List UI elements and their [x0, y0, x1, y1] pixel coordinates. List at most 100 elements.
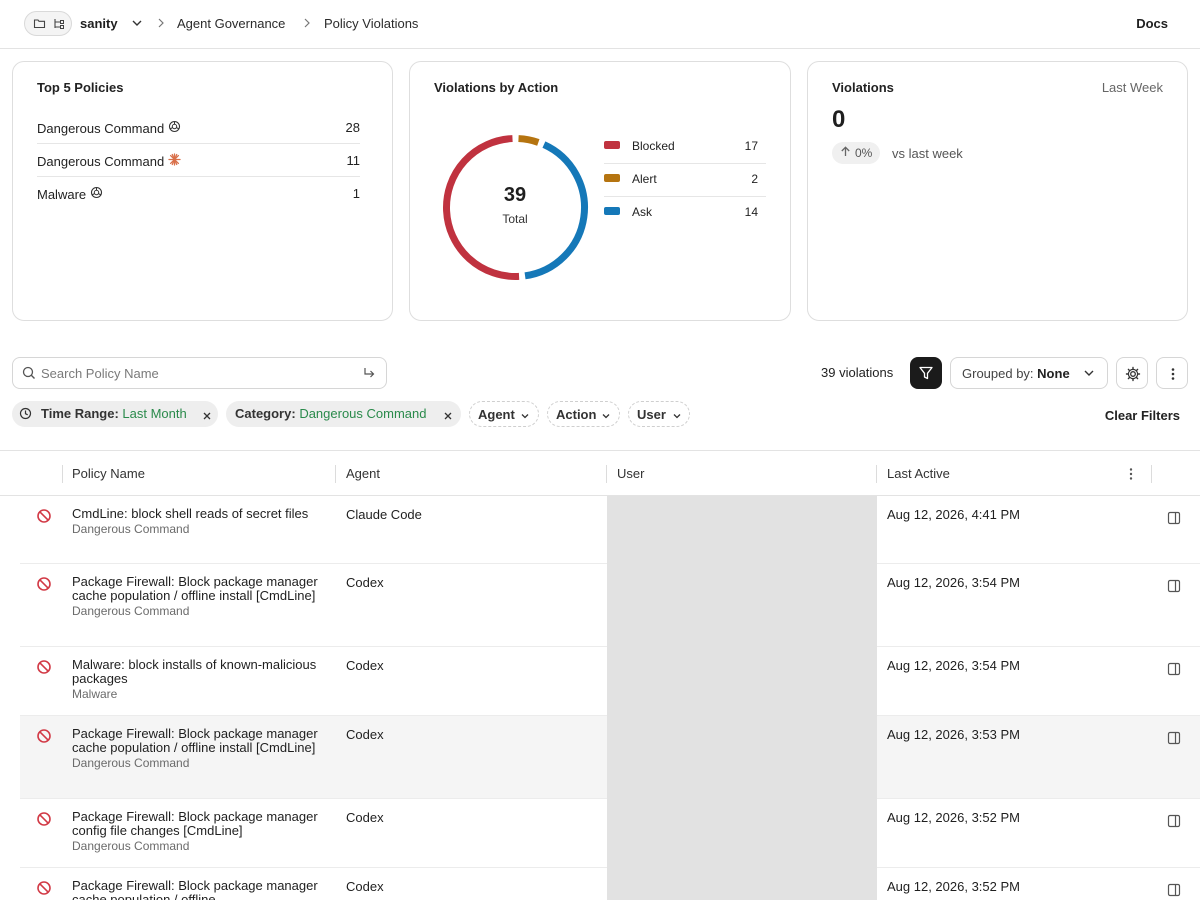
chip-label: Action	[556, 407, 597, 422]
donut-chart	[443, 135, 588, 280]
close-icon[interactable]	[443, 409, 453, 424]
open-panel-icon[interactable]	[1167, 511, 1181, 528]
filter-chip-user[interactable]: User	[628, 401, 690, 427]
donut-total: 39	[503, 184, 527, 206]
chip-value: Last Month	[122, 406, 187, 421]
chevron-down-icon[interactable]	[131, 17, 143, 32]
donut-segment-ask[interactable]	[524, 141, 588, 280]
filter-chip-time-range[interactable]: Time Range: Last Month	[12, 401, 218, 427]
open-panel-icon[interactable]	[1167, 662, 1181, 679]
column-options-icon[interactable]	[1123, 466, 1139, 485]
donut-total-label: Total	[502, 212, 528, 226]
legend-swatch	[604, 174, 620, 182]
legend-value: 17	[744, 139, 758, 153]
kpi-delta-value: 0%	[855, 146, 873, 160]
legend-value: 2	[751, 172, 758, 186]
policy-name: Package Firewall: Block package manager …	[72, 574, 318, 603]
filter-chip-category[interactable]: Category: Dangerous Command	[226, 401, 461, 427]
agent-cell: Codex	[346, 575, 384, 590]
open-panel-icon[interactable]	[1167, 814, 1181, 831]
donut-segment-blocked[interactable]	[443, 135, 520, 280]
openai-logo-icon	[168, 120, 181, 136]
breadcrumb-agent-governance[interactable]: Agent Governance	[177, 16, 285, 31]
policy-row[interactable]: Malware 1	[37, 178, 360, 210]
last-active-cell: Aug 12, 2026, 3:54 PM	[887, 575, 1020, 590]
donut-segment-alert[interactable]	[518, 135, 540, 146]
policy-name: Malware: block installs of known-malicio…	[72, 657, 317, 686]
policy-category: Dangerous Command	[72, 604, 190, 618]
last-active-cell: Aug 12, 2026, 3:54 PM	[887, 658, 1020, 673]
open-panel-icon[interactable]	[1167, 731, 1181, 748]
close-icon[interactable]	[202, 409, 212, 424]
column-divider[interactable]	[606, 465, 607, 483]
hierarchy-icon	[52, 17, 65, 33]
last-active-cell: Aug 12, 2026, 3:53 PM	[887, 727, 1020, 742]
legend-label: Ask	[632, 205, 653, 219]
policy-count: 1	[352, 186, 360, 201]
kpi-value: 0	[832, 106, 846, 133]
filter-chip-action[interactable]: Action	[547, 401, 620, 427]
last-active-cell: Aug 12, 2026, 4:41 PM	[887, 507, 1020, 522]
grouped-by-select[interactable]: Grouped by: None	[950, 357, 1108, 389]
blocked-icon	[36, 576, 52, 595]
chip-value: Dangerous Command	[299, 406, 427, 421]
docs-link[interactable]: Docs	[1136, 16, 1168, 31]
column-header-user[interactable]: User	[617, 466, 644, 481]
policy-cell: Package Firewall: Block package manager …	[72, 574, 324, 619]
table-header: Policy Name Agent User Last Active	[0, 450, 1200, 496]
settings-button[interactable]	[1116, 357, 1148, 389]
open-panel-icon[interactable]	[1167, 883, 1181, 900]
chip-label: Agent	[478, 407, 515, 422]
user-column-redacted	[607, 496, 877, 900]
policy-cell: Malware: block installs of known-malicio…	[72, 657, 324, 702]
chevron-right-icon	[302, 17, 312, 32]
workspace-switcher[interactable]	[24, 11, 72, 36]
more-options-button[interactable]	[1156, 357, 1188, 389]
search-policy-input[interactable]: Search Policy Name	[12, 357, 387, 389]
claude-logo-icon	[168, 153, 181, 169]
grouped-by-label: Grouped by: None	[962, 366, 1070, 381]
policy-name: Dangerous Command	[37, 153, 165, 169]
policy-row[interactable]: Dangerous Command 28	[37, 112, 360, 144]
legend-item-blocked: Blocked 17	[604, 131, 766, 164]
workspace-name[interactable]: sanity	[80, 16, 118, 31]
chip-key: Time Range:	[41, 406, 119, 421]
policy-count: 11	[346, 153, 361, 168]
clear-filters-button[interactable]: Clear Filters	[1105, 408, 1180, 423]
kpi-delta-badge: 0%	[832, 142, 881, 164]
arrow-up-icon	[840, 146, 851, 160]
column-header-last-active[interactable]: Last Active	[887, 466, 950, 481]
policy-cell: CmdLine: block shell reads of secret fil…	[72, 506, 324, 537]
agent-cell: Codex	[346, 879, 384, 894]
chevron-down-icon	[672, 409, 682, 424]
violations-count: 39 violations	[821, 365, 894, 380]
filter-icon	[918, 365, 934, 384]
column-header-agent[interactable]: Agent	[346, 466, 380, 481]
column-divider	[1151, 465, 1152, 483]
column-divider[interactable]	[335, 465, 336, 483]
policy-name-wrap: Malware	[37, 186, 103, 202]
legend-value: 14	[744, 205, 758, 219]
chevron-right-icon	[156, 17, 166, 32]
column-header-policy-name[interactable]: Policy Name	[72, 466, 145, 481]
policy-row[interactable]: Dangerous Command 11	[37, 145, 360, 177]
chevron-down-icon	[520, 409, 530, 424]
search-icon	[22, 366, 36, 383]
legend-label: Alert	[632, 172, 657, 186]
column-divider	[62, 465, 63, 483]
policy-name: CmdLine: block shell reads of secret fil…	[72, 506, 309, 521]
policy-name: Package Firewall: Block package manager …	[72, 878, 318, 900]
legend-label: Blocked	[632, 139, 675, 153]
kpi-delta-label: vs last week	[892, 146, 963, 161]
filter-button[interactable]	[910, 357, 942, 389]
policy-name: Dangerous Command	[37, 120, 165, 136]
filter-chip-agent[interactable]: Agent	[469, 401, 539, 427]
enter-icon[interactable]	[362, 366, 376, 383]
column-divider[interactable]	[876, 465, 877, 483]
policy-category: Dangerous Command	[72, 756, 190, 770]
legend-swatch	[604, 207, 620, 215]
blocked-icon	[36, 508, 52, 527]
agent-cell: Codex	[346, 658, 384, 673]
grouped-by-prefix: Grouped by:	[962, 366, 1034, 381]
open-panel-icon[interactable]	[1167, 579, 1181, 596]
